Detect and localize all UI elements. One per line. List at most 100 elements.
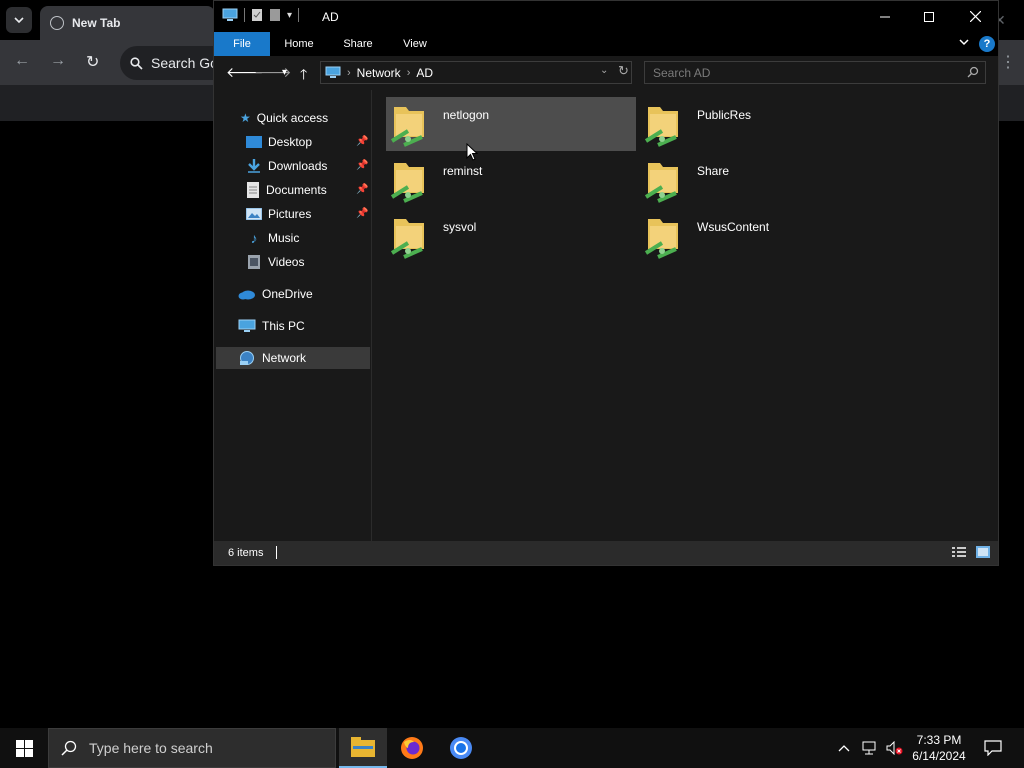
desktop-icon xyxy=(246,136,262,148)
chrome-tab-title: New Tab xyxy=(72,16,121,30)
details-view-icon[interactable] xyxy=(952,546,966,558)
address-bar[interactable]: › Network › AD xyxy=(320,61,632,84)
document-icon xyxy=(247,182,259,198)
search-input[interactable] xyxy=(645,62,955,83)
clock[interactable]: 7:33 PM 6/14/2024 xyxy=(904,732,974,764)
navigation-pane: ★ Quick access Desktop 📌 Downloads 📌 Doc… xyxy=(214,90,372,541)
action-center-button[interactable] xyxy=(978,728,1008,768)
share-folder-share[interactable]: Share xyxy=(640,153,890,207)
network-folder-icon xyxy=(390,107,424,147)
share-folder-label: WsusContent xyxy=(697,220,770,234)
file-explorer-icon xyxy=(351,737,375,757)
download-icon xyxy=(248,159,260,173)
taskbar-chrome[interactable] xyxy=(437,728,485,768)
taskbar-firefox[interactable] xyxy=(388,728,436,768)
quick-access-toolbar: ▾ xyxy=(222,8,300,22)
star-icon: ★ xyxy=(240,111,251,125)
pin-icon: 📌 xyxy=(356,136,369,147)
sidebar-item-label: Pictures xyxy=(268,207,312,221)
taskbar-file-explorer[interactable] xyxy=(339,728,387,768)
up-arrow-icon[interactable]: 🡑 xyxy=(300,64,307,88)
file-explorer-window: ▾ AD File Home Share View ? 🡐 🡒 ▾ 🡑 › Ne… xyxy=(213,0,999,566)
customize-qat-icon[interactable]: ▾ xyxy=(287,10,292,21)
recent-locations-icon[interactable]: ▾ xyxy=(282,67,287,78)
sidebar-item-music[interactable]: ♪ Music xyxy=(246,227,300,249)
minimize-icon xyxy=(880,16,890,17)
expand-ribbon-icon[interactable] xyxy=(958,36,970,48)
new-folder-icon[interactable] xyxy=(269,8,281,22)
network-folder-icon xyxy=(390,219,424,259)
menu-dots-icon[interactable]: ⋮ xyxy=(1000,52,1016,72)
share-folder-netlogon[interactable]: netlogon xyxy=(386,97,636,151)
network-status-icon[interactable] xyxy=(862,728,880,768)
chevron-up-icon xyxy=(838,745,850,752)
cloud-icon xyxy=(238,290,255,300)
computer-icon xyxy=(238,319,256,332)
maximize-icon xyxy=(924,11,934,22)
search-box[interactable] xyxy=(644,61,986,84)
sidebar-item-documents[interactable]: Documents xyxy=(246,179,327,201)
address-row: 🡐 🡒 ▾ 🡑 › Network › AD ⌄ ↻ xyxy=(214,56,998,90)
search-icon xyxy=(61,740,77,756)
sidebar-item-network[interactable]: Network xyxy=(216,347,370,369)
refresh-icon[interactable]: ↻ xyxy=(618,63,629,79)
ethernet-icon xyxy=(862,741,876,755)
sidebar-item-downloads[interactable]: Downloads xyxy=(246,155,327,177)
forward-arrow-icon[interactable]: → xyxy=(50,52,66,70)
properties-icon[interactable] xyxy=(251,8,263,22)
tab-file[interactable]: File xyxy=(214,32,270,56)
breadcrumb-ad[interactable]: AD xyxy=(416,66,433,80)
sidebar-item-quick-access[interactable]: ★ Quick access xyxy=(240,107,328,129)
maximize-button[interactable] xyxy=(906,1,952,32)
minimize-button[interactable] xyxy=(862,1,908,32)
share-folder-publicres[interactable]: PublicRes xyxy=(640,97,890,151)
sidebar-item-label: This PC xyxy=(262,319,305,333)
taskbar-search-box[interactable]: Type here to search xyxy=(48,728,336,768)
share-folder-reminst[interactable]: reminst xyxy=(386,153,636,207)
sidebar-item-label: Desktop xyxy=(268,135,313,149)
breadcrumb-separator-icon: › xyxy=(347,66,351,79)
close-button[interactable] xyxy=(952,1,998,32)
clock-time: 7:33 PM xyxy=(916,733,962,747)
sidebar-item-label: OneDrive xyxy=(262,287,313,301)
tab-view[interactable]: View xyxy=(394,32,436,56)
sidebar-item-label: Videos xyxy=(268,255,305,269)
sidebar-item-onedrive[interactable]: OneDrive xyxy=(238,283,313,305)
breadcrumb-network[interactable]: Network xyxy=(357,66,401,80)
desktop: New Tab ✕ ← → ↻ Search Goo ⋮ ▾ AD File H… xyxy=(0,0,1024,768)
close-icon xyxy=(969,11,981,22)
share-folder-wsuscontent[interactable]: WsusContent xyxy=(640,209,890,263)
network-icon xyxy=(325,66,341,78)
network-icon xyxy=(240,351,254,365)
speaker-mute-icon xyxy=(886,741,903,755)
tab-home[interactable]: Home xyxy=(276,32,322,56)
volume-muted-icon[interactable] xyxy=(886,728,904,768)
chevron-down-icon xyxy=(14,17,24,24)
reload-icon[interactable]: ↻ xyxy=(86,52,99,72)
item-count: 6 items xyxy=(228,547,264,559)
tab-share[interactable]: Share xyxy=(334,32,382,56)
share-folder-label: Share xyxy=(697,164,730,178)
divider xyxy=(298,8,300,22)
computer-icon xyxy=(222,8,238,21)
tab-search-button[interactable] xyxy=(6,7,32,33)
help-icon[interactable]: ? xyxy=(979,36,995,52)
sidebar-item-label: Network xyxy=(262,351,307,365)
sidebar-item-videos[interactable]: Videos xyxy=(246,251,304,273)
title-bar: ▾ AD xyxy=(214,1,998,32)
network-folder-icon xyxy=(644,107,678,147)
back-arrow-icon[interactable]: ← xyxy=(14,52,30,70)
sidebar-item-this-pc[interactable]: This PC xyxy=(238,315,305,337)
picture-icon xyxy=(246,208,262,220)
start-button[interactable] xyxy=(0,728,48,768)
share-folder-sysvol[interactable]: sysvol xyxy=(386,209,636,263)
share-folder-label: reminst xyxy=(443,164,483,178)
taskbar-search-placeholder: Type here to search xyxy=(89,740,213,756)
chrome-tab[interactable]: New Tab xyxy=(40,6,215,40)
show-hidden-icons-icon[interactable] xyxy=(838,728,850,768)
share-folder-label: netlogon xyxy=(443,108,490,122)
sidebar-item-pictures[interactable]: Pictures xyxy=(246,203,311,225)
sidebar-item-desktop[interactable]: Desktop xyxy=(246,131,312,153)
large-icons-view-icon[interactable] xyxy=(976,546,990,558)
address-dropdown-icon[interactable]: ⌄ xyxy=(600,65,608,76)
